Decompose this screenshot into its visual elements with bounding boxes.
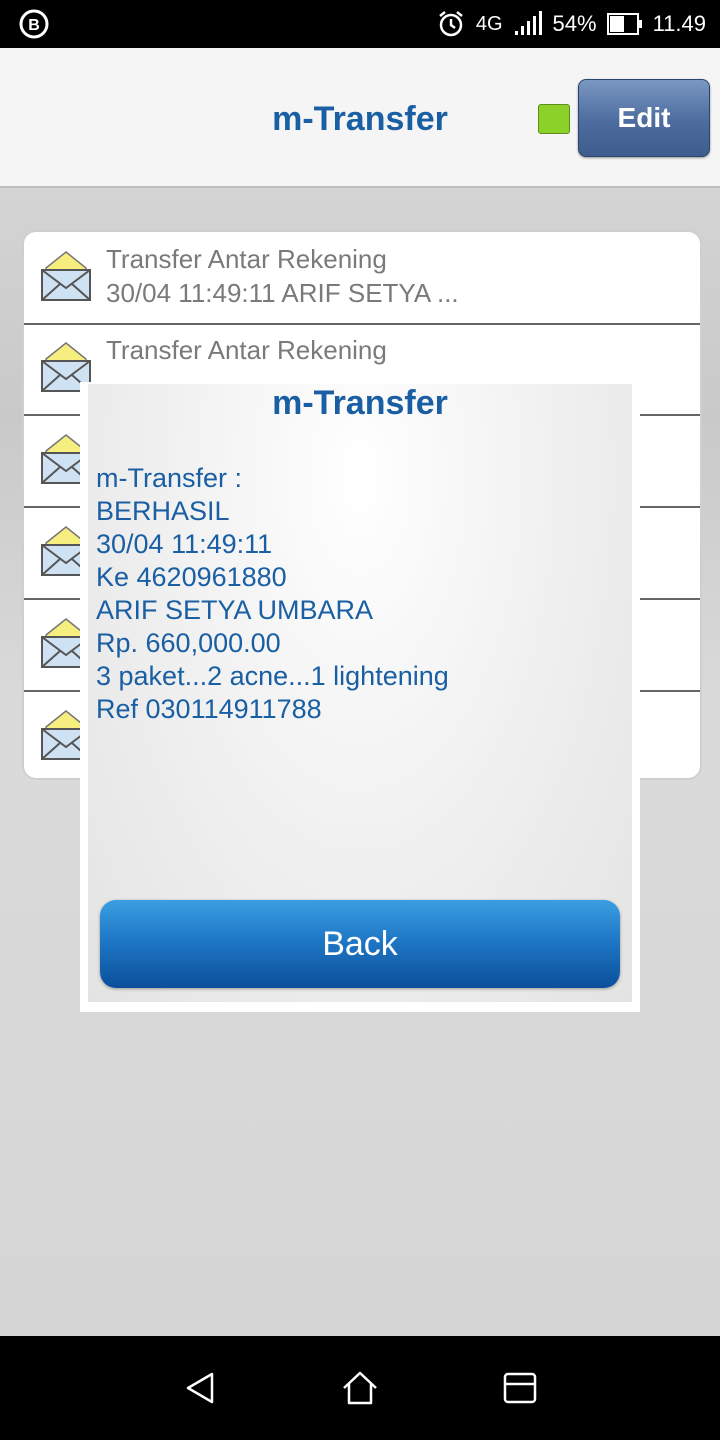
- home-icon[interactable]: [340, 1368, 380, 1408]
- status-bar: B 4G 54% 11.49: [0, 0, 720, 48]
- list-item-title: Transfer Antar Rekening: [106, 335, 387, 365]
- message-line: Rp. 660,000.00: [96, 628, 281, 658]
- network-type: 4G: [475, 13, 503, 35]
- message-line: 30/04 11:49:11: [96, 529, 273, 559]
- back-icon[interactable]: [180, 1368, 220, 1408]
- edit-button[interactable]: Edit: [578, 79, 710, 157]
- svg-text:B: B: [28, 17, 40, 34]
- message-line: 3 paket...2 acne...1 lightening: [96, 661, 449, 691]
- connection-status-indicator: [538, 104, 570, 134]
- back-button[interactable]: Back: [100, 900, 620, 988]
- envelope-icon: [41, 251, 91, 301]
- message-line: BERHASIL: [96, 496, 230, 526]
- dialog-message: m-Transfer : BERHASIL 30/04 11:49:11 Ke …: [96, 462, 449, 726]
- message-line: Ke 4620961880: [96, 562, 287, 592]
- battery-icon: [606, 13, 642, 35]
- dialog-title: m-Transfer: [272, 384, 448, 422]
- list-item[interactable]: Transfer Antar Rekening 30/04 11:49:11 A…: [24, 232, 700, 325]
- dialog-panel: m-Transfer m-Transfer : BERHASIL 30/04 1…: [88, 384, 632, 1002]
- signal-icon: [514, 11, 542, 35]
- list-item-title: Transfer Antar Rekening: [106, 244, 387, 274]
- clock: 11.49: [652, 11, 706, 36]
- transfer-result-dialog: m-Transfer m-Transfer : BERHASIL 30/04 1…: [80, 382, 640, 1012]
- message-line: ARIF SETYA UMBARA: [96, 595, 374, 625]
- app-notification-icon: B: [19, 9, 49, 39]
- list-item-subtitle: 30/04 11:49:11 ARIF SETYA ...: [106, 278, 459, 308]
- message-line: Ref 030114911788: [96, 694, 322, 724]
- message-line: m-Transfer :: [96, 463, 243, 493]
- navigation-bar: [0, 1336, 720, 1440]
- status-icons: 4G 54% 11.49: [436, 0, 706, 48]
- battery-percent: 54%: [552, 11, 597, 36]
- recents-icon[interactable]: [500, 1368, 540, 1408]
- app-header: m-Transfer Edit: [0, 48, 720, 188]
- alarm-icon: [439, 11, 463, 37]
